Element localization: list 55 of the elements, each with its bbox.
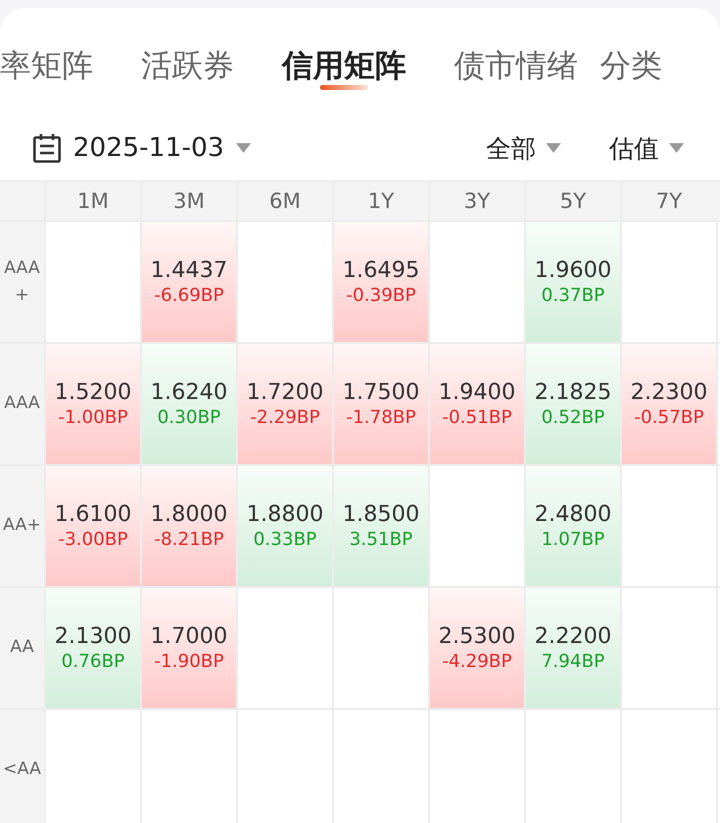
yield-value: 1.4437 bbox=[150, 258, 228, 283]
change-value: -0.51BP bbox=[442, 407, 512, 428]
rating-label: AA+ bbox=[0, 466, 44, 586]
change-value: 0.30BP bbox=[157, 407, 221, 428]
change-value: -3.00BP bbox=[58, 529, 128, 550]
date-picker[interactable]: 2025-11-03 bbox=[33, 133, 252, 163]
change-value: -1.00BP bbox=[58, 407, 128, 428]
yield-value: 1.5200 bbox=[54, 380, 132, 405]
tab[interactable]: 信用矩阵 bbox=[282, 42, 406, 90]
yield-value: 2.1300 bbox=[54, 624, 132, 649]
change-value: -0.57BP bbox=[634, 407, 704, 428]
yield-value: 1.6100 bbox=[54, 502, 132, 527]
tab[interactable]: 率矩阵 bbox=[0, 42, 93, 90]
rating-label: AAA + bbox=[0, 222, 44, 342]
yield-value: 1.8800 bbox=[246, 502, 324, 527]
change-value: -6.69BP bbox=[154, 285, 224, 306]
change-value: 3.51BP bbox=[349, 529, 413, 550]
change-value: 0.33BP bbox=[253, 529, 317, 550]
calendar-icon bbox=[33, 133, 61, 163]
yield-value: 2.2200 bbox=[534, 624, 612, 649]
yield-value: 1.6240 bbox=[150, 380, 228, 405]
caret-icon bbox=[669, 143, 684, 153]
change-value: 1.07BP bbox=[541, 529, 605, 550]
yield-value: 1.9400 bbox=[438, 380, 516, 405]
change-value: -1.90BP bbox=[154, 651, 224, 672]
change-value: -8.21BP bbox=[154, 529, 224, 550]
yield-value: 1.6495 bbox=[342, 258, 420, 283]
change-value: 0.76BP bbox=[61, 651, 125, 672]
yield-value: 1.8000 bbox=[150, 502, 228, 527]
rating-label: AAA bbox=[0, 344, 44, 464]
change-value: -4.29BP bbox=[442, 651, 512, 672]
change-value: 0.37BP bbox=[541, 285, 605, 306]
tab[interactable]: 活跃券 bbox=[141, 42, 234, 90]
yield-value: 2.2300 bbox=[630, 380, 708, 405]
yield-value: 1.9600 bbox=[534, 258, 612, 283]
change-value: 7.94BP bbox=[541, 651, 605, 672]
caret-icon bbox=[236, 143, 252, 153]
yield-value: 2.1825 bbox=[534, 380, 612, 405]
price-type-dropdown[interactable]: 估值 bbox=[609, 132, 684, 164]
tab[interactable]: 分类 bbox=[600, 42, 662, 90]
yield-value: 2.5300 bbox=[438, 624, 516, 649]
change-value: -0.39BP bbox=[346, 285, 416, 306]
change-value: -2.29BP bbox=[250, 407, 320, 428]
yield-value: 1.7000 bbox=[150, 624, 228, 649]
change-value: 0.52BP bbox=[541, 407, 605, 428]
scope-dropdown[interactable]: 全部 bbox=[486, 132, 561, 164]
rating-label: AA bbox=[0, 588, 44, 708]
yield-value: 1.7500 bbox=[342, 380, 420, 405]
caret-icon bbox=[546, 143, 561, 153]
tab[interactable]: 债市情绪 bbox=[454, 42, 578, 90]
yield-value: 1.7200 bbox=[246, 380, 324, 405]
change-value: -1.78BP bbox=[346, 407, 416, 428]
yield-value: 2.4800 bbox=[534, 502, 612, 527]
yield-value: 1.8500 bbox=[342, 502, 420, 527]
rating-label: <AA bbox=[0, 710, 44, 823]
